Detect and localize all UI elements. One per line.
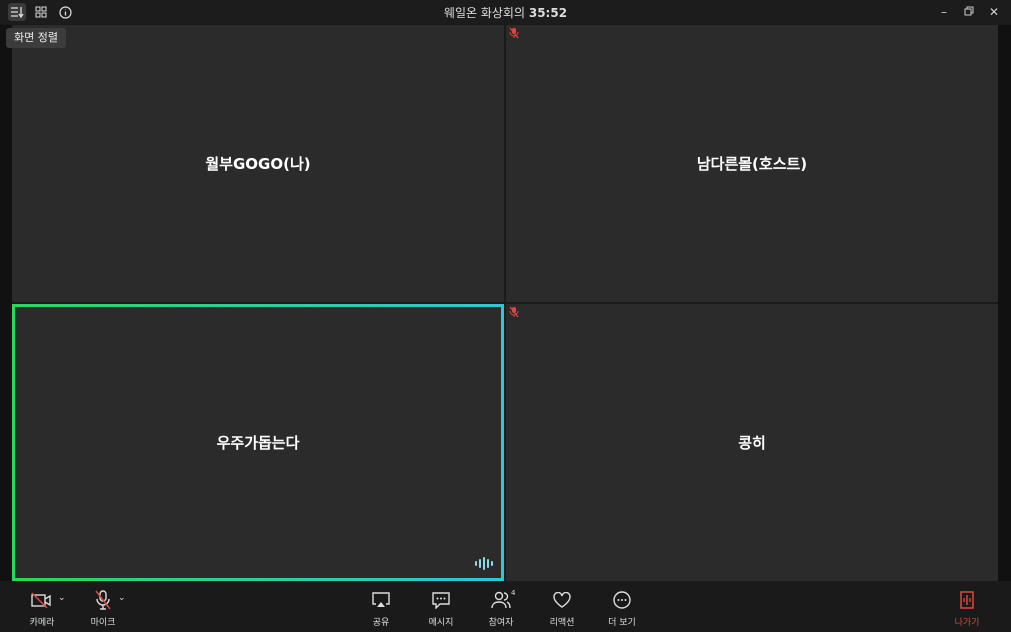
heart-icon [532,589,592,611]
camera-label: 카메라 [29,618,55,628]
participant-name: 월부GOGO(나) [205,155,311,173]
leave-button[interactable]: 나가기 [937,589,997,628]
more-label: 더 보기 [608,618,636,628]
reaction-button[interactable]: 리액션 [532,589,592,628]
participants-label: 참여자 [488,618,514,628]
tooltip: 화면 정렬 [6,28,66,48]
minimize-icon[interactable]: – [933,3,955,21]
participant-tile[interactable]: 월부GOGO(나) [12,25,504,302]
message-button[interactable]: 메시지 [411,589,471,628]
more-button[interactable]: 더 보기 [592,589,652,628]
mic-label: 마이크 [90,618,116,628]
participants-count: 4 [511,589,516,597]
restore-icon[interactable] [958,3,980,21]
leave-label: 나가기 [954,618,980,628]
meeting-timer: 35:52 [528,6,568,20]
video-grid: 월부GOGO(나) 남다른몰(호스트) 우주가돕는다 콩히 [12,25,998,581]
title-text: 웨일온 화상회의 [443,6,526,20]
camera-options-chevron-icon[interactable]: ⌄ [58,593,66,603]
people-icon [471,589,531,611]
mic-muted-icon [506,304,522,320]
chat-icon [411,589,471,611]
participant-tile[interactable]: 남다른몰(호스트) [506,25,998,302]
meeting-title: 웨일온 화상회의 35:52 [0,4,1011,21]
share-screen-icon [351,589,411,611]
left-edge [0,25,12,581]
right-edge [998,25,1011,581]
message-label: 메시지 [428,618,454,628]
meeting-toolbar: 카메라 ⌄ 마이크 ⌄ 공유 메시지 4 참여자 리액션 더 보기 나가기 [0,581,1011,632]
mic-options-chevron-icon[interactable]: ⌄ [118,593,126,603]
title-bar: 웨일온 화상회의 35:52 – ✕ [0,0,1011,24]
more-icon [592,589,652,611]
share-button[interactable]: 공유 [351,589,411,628]
exit-door-icon [937,589,997,611]
participant-tile[interactable]: 콩히 [506,304,998,581]
audio-level-icon [475,557,493,570]
close-icon[interactable]: ✕ [983,3,1005,21]
participant-tile-speaking[interactable]: 우주가돕는다 [12,304,504,581]
reaction-label: 리액션 [549,618,575,628]
participant-name: 콩히 [738,434,766,452]
participant-name: 우주가돕는다 [216,434,300,452]
participants-button[interactable]: 4 참여자 [471,589,531,628]
share-label: 공유 [372,618,390,628]
participant-name: 남다른몰(호스트) [696,155,808,173]
mic-muted-icon [506,25,522,41]
